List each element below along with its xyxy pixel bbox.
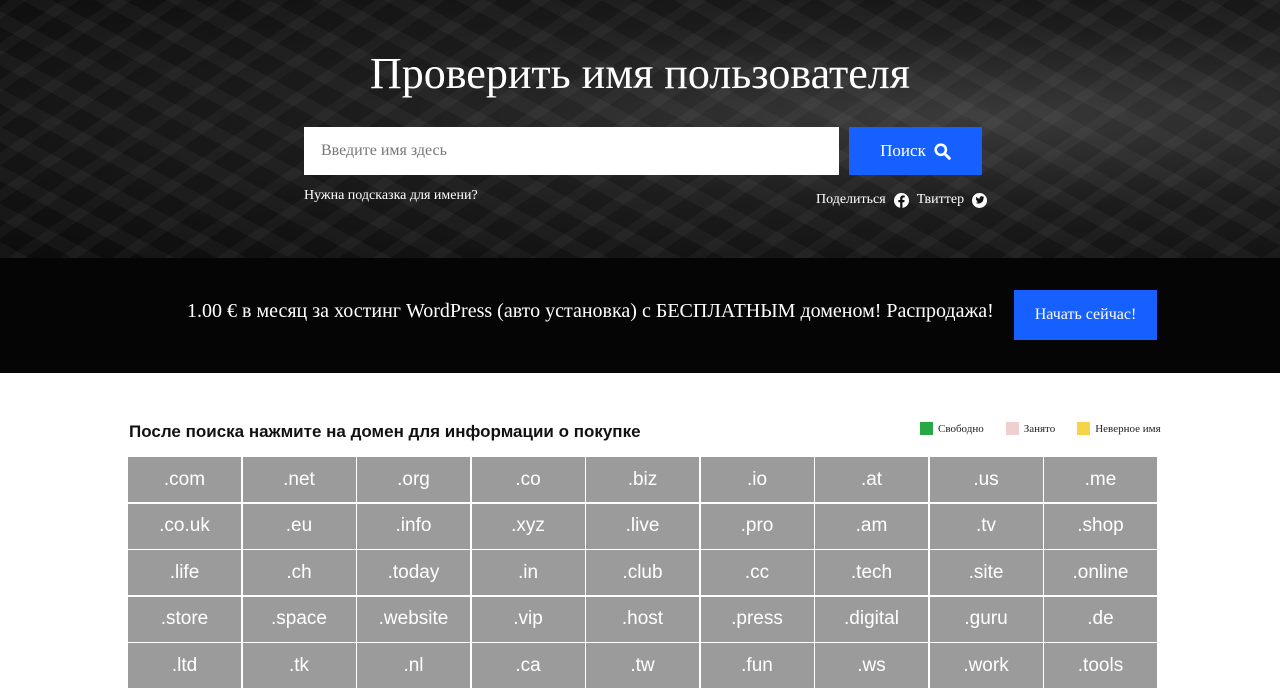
domain-grid: .com .net .org .co .biz .io .at .us .me .co.uk .eu… (128, 457, 1157, 688)
domain-cell[interactable]: .de (1044, 596, 1157, 642)
domain-cell[interactable]: .pro (700, 503, 814, 549)
domain-cell[interactable]: .host (586, 596, 699, 642)
page-title: Проверить имя пользователя (370, 49, 910, 98)
domain-cell[interactable]: .ltd (128, 643, 241, 688)
status-legend: Свободно Занято Неверное имя (920, 422, 1161, 435)
domain-cell[interactable]: .org (357, 457, 470, 502)
legend-swatch-taken (1005, 422, 1019, 435)
domain-cell[interactable]: .ch (242, 550, 356, 595)
domain-cell[interactable]: .us (929, 457, 1043, 502)
domain-cell[interactable]: .work (929, 643, 1043, 688)
domain-cell[interactable]: .biz (586, 457, 699, 502)
domain-cell[interactable]: .club (586, 550, 699, 595)
name-hint-link[interactable]: Нужна подсказка для имени? (304, 188, 478, 204)
domain-cell[interactable]: .xyz (471, 503, 585, 549)
domain-cell[interactable]: .tv (929, 503, 1043, 549)
start-now-button[interactable]: Начать сейчас! (1014, 290, 1157, 340)
domain-cell[interactable]: .digital (815, 596, 928, 642)
domain-cell[interactable]: .net (242, 457, 356, 502)
domain-cell[interactable]: .tools (1044, 643, 1157, 688)
legend-label-invalid: Неверное имя (1095, 422, 1161, 435)
legend-label-taken: Занято (1023, 422, 1056, 435)
domain-cell[interactable]: .in (471, 550, 585, 595)
domain-cell[interactable]: .nl (357, 643, 470, 688)
domain-cell[interactable]: .me (1044, 457, 1157, 502)
domain-cell[interactable]: .vip (471, 596, 585, 642)
domain-cell[interactable]: .today (357, 550, 470, 595)
promo-text: 1.00 € в месяц за хостинг WordPress (авт… (187, 300, 994, 322)
legend-swatch-invalid (1077, 422, 1091, 435)
domain-cell[interactable]: .shop (1044, 503, 1157, 549)
legend-item-taken: Занято (1005, 422, 1056, 435)
domain-cell[interactable]: .store (128, 596, 241, 642)
domain-cell[interactable]: .eu (242, 503, 356, 549)
domain-cell[interactable]: .guru (929, 596, 1043, 642)
search-button-label: Поиск (880, 141, 926, 160)
domain-cell[interactable]: .cc (700, 550, 814, 595)
domain-cell[interactable]: .space (242, 596, 356, 642)
domain-cell[interactable]: .am (815, 503, 928, 549)
search-button[interactable]: Поиск (849, 127, 982, 175)
domain-cell[interactable]: .tw (586, 643, 699, 688)
domain-cell[interactable]: .tk (242, 643, 356, 688)
twitter-label[interactable]: Твиттер (917, 192, 964, 208)
domain-cell[interactable]: .online (1044, 550, 1157, 595)
domain-cell[interactable]: .ws (815, 643, 928, 688)
domain-cell[interactable]: .com (128, 457, 241, 502)
search-icon (934, 142, 951, 160)
legend-item-available: Свободно (920, 422, 984, 435)
results-heading: После поиска нажмите на домен для информ… (129, 422, 641, 441)
domain-cell[interactable]: .website (357, 596, 470, 642)
domain-cell[interactable]: .press (700, 596, 814, 642)
domain-cell[interactable]: .co (471, 457, 585, 502)
twitter-icon[interactable] (972, 192, 988, 208)
facebook-icon[interactable] (893, 192, 909, 208)
domain-cell[interactable]: .co.uk (128, 503, 241, 549)
legend-item-invalid: Неверное имя (1077, 422, 1161, 435)
username-search-input[interactable] (304, 127, 839, 175)
domain-cell[interactable]: .io (700, 457, 814, 502)
legend-label-available: Свободно (938, 422, 984, 435)
domain-cell[interactable]: .life (128, 550, 241, 595)
legend-swatch-available (920, 422, 933, 435)
share-bar: Поделиться Твиттер (816, 191, 988, 209)
domain-cell[interactable]: .fun (700, 643, 814, 688)
domain-cell[interactable]: .tech (815, 550, 928, 595)
domain-cell[interactable]: .at (815, 457, 928, 502)
domain-cell[interactable]: .site (929, 550, 1043, 595)
share-label: Поделиться (816, 192, 886, 207)
domain-cell[interactable]: .live (586, 503, 699, 549)
domain-cell[interactable]: .ca (471, 643, 585, 688)
domain-cell[interactable]: .info (357, 503, 470, 549)
